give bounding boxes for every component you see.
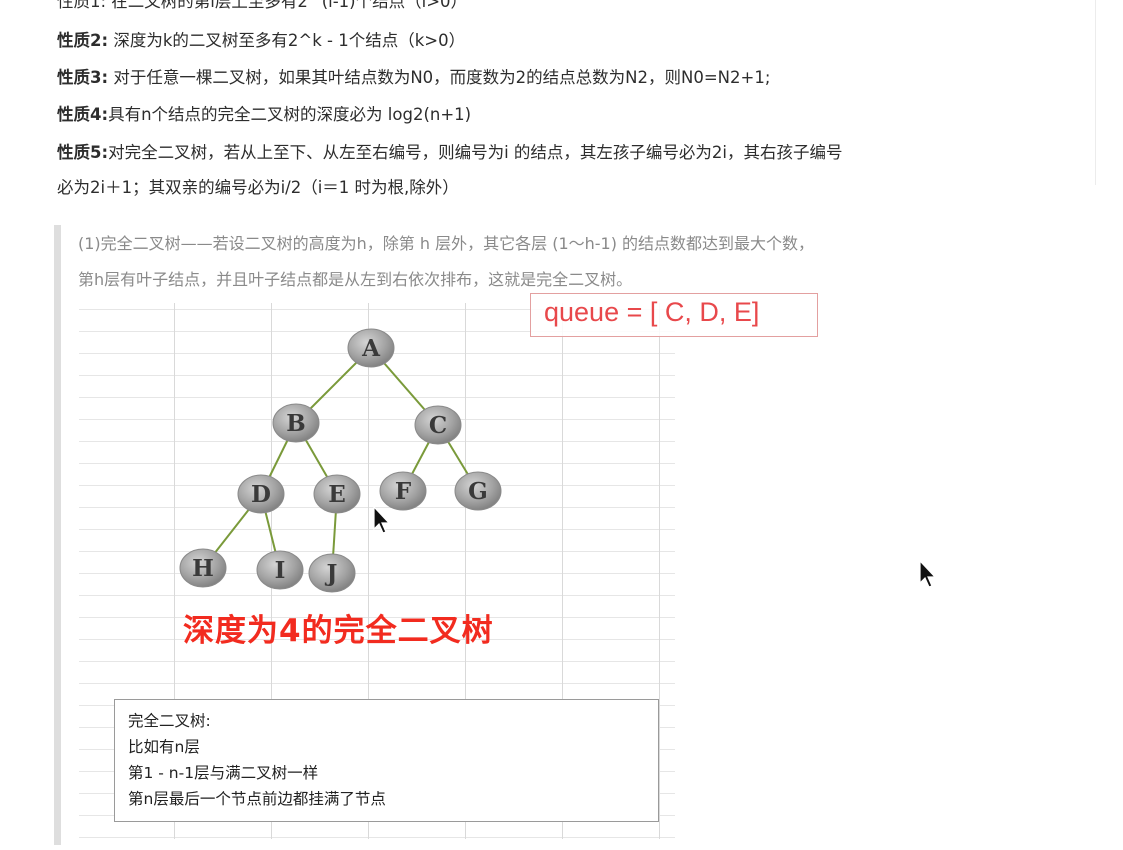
tree-node-label: C bbox=[429, 412, 447, 439]
tree-node-G: G bbox=[454, 471, 502, 511]
tree-node-F: F bbox=[379, 471, 427, 511]
mouse-cursor-icon bbox=[919, 560, 937, 588]
note-line-4: 第n层最后一个节点前边都挂满了节点 bbox=[128, 790, 386, 808]
tree-node-label: E bbox=[328, 481, 346, 508]
note-line-1: 完全二叉树: bbox=[128, 712, 211, 730]
note-line-2: 比如有n层 bbox=[128, 738, 200, 756]
tree-node-A: A bbox=[347, 328, 395, 368]
note-line-3: 第1 - n-1层与满二叉树一样 bbox=[128, 764, 319, 782]
tree-node-label: A bbox=[361, 335, 381, 362]
tree-node-H: H bbox=[179, 548, 227, 588]
tree-node-label: G bbox=[468, 478, 488, 505]
tree-node-E: E bbox=[313, 474, 361, 514]
mouse-cursor-icon bbox=[373, 506, 391, 534]
tree-node-I: I bbox=[256, 550, 304, 590]
tree-node-label: H bbox=[192, 555, 214, 582]
tree-node-label: I bbox=[275, 557, 286, 584]
tree-node-label: D bbox=[251, 481, 271, 508]
tree-node-label: J bbox=[325, 560, 338, 587]
tree-node-C: C bbox=[414, 405, 462, 445]
tree-node-label: B bbox=[286, 410, 305, 437]
tree-node-label: F bbox=[395, 478, 412, 505]
tree-node-B: B bbox=[272, 403, 320, 443]
tree-node-J: J bbox=[308, 553, 356, 593]
tree-node-D: D bbox=[237, 474, 285, 514]
tree-caption: 深度为4的完全二叉树 bbox=[183, 613, 494, 649]
